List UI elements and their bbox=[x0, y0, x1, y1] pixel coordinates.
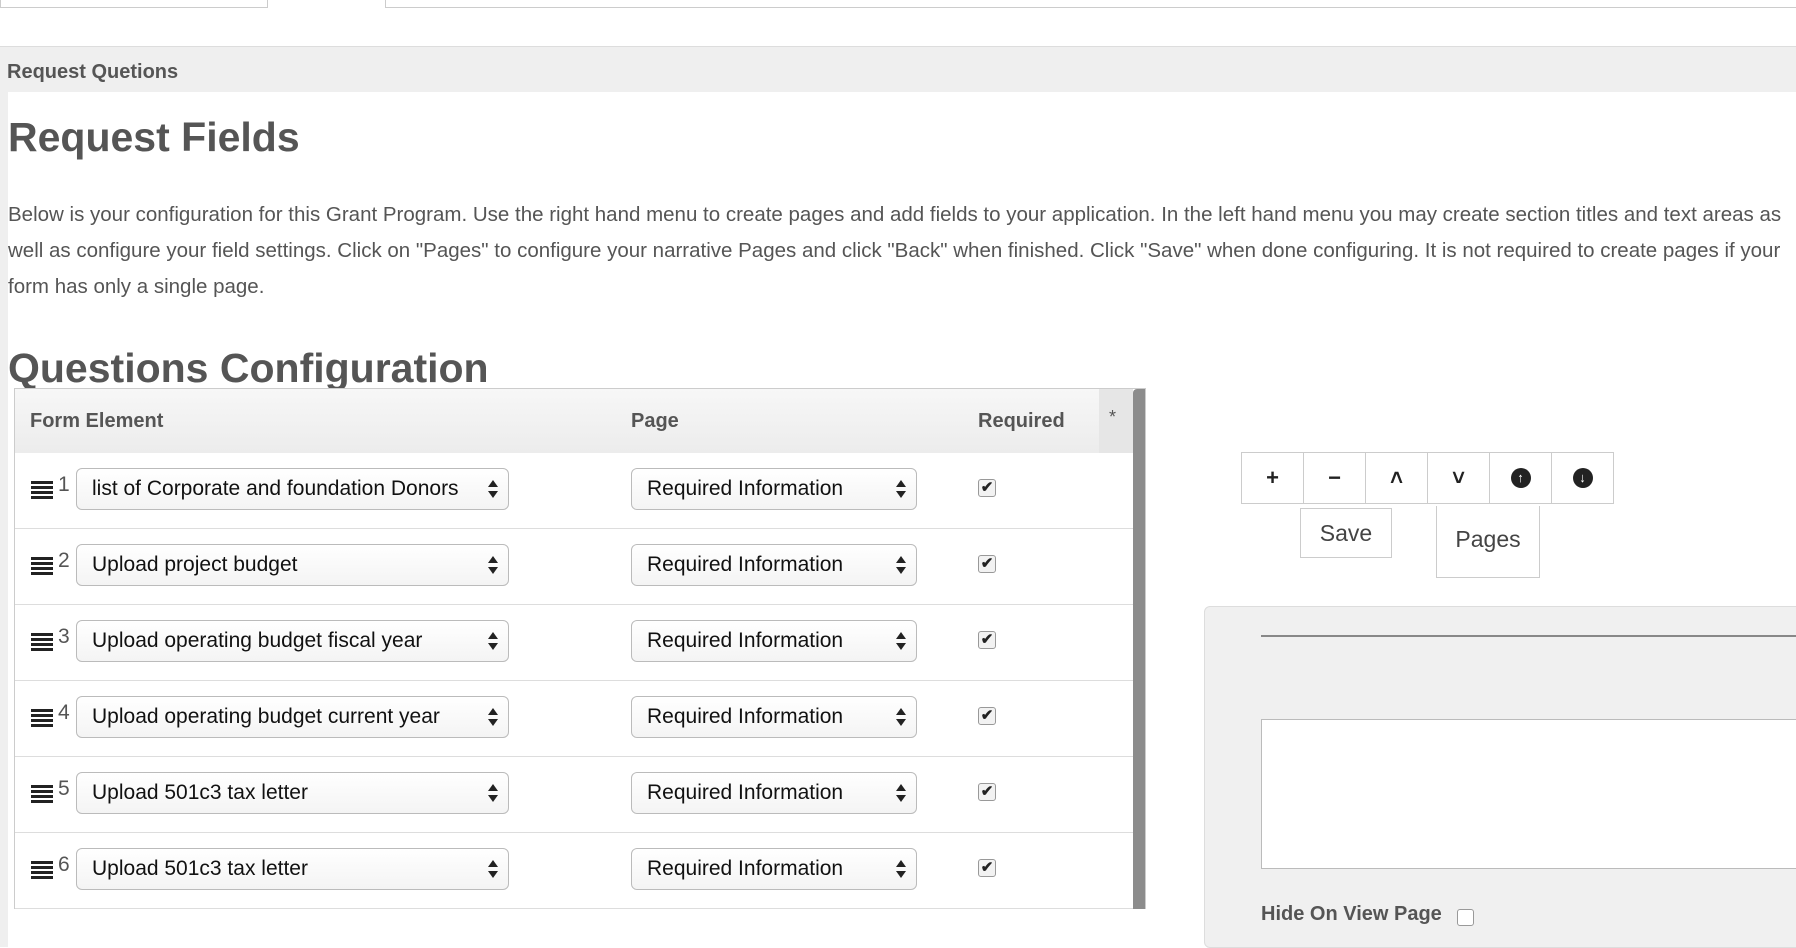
select-arrows-icon bbox=[896, 554, 906, 576]
select-arrows-icon bbox=[488, 630, 498, 652]
divider bbox=[1261, 635, 1796, 637]
page-select[interactable]: Required Information bbox=[631, 468, 917, 510]
form-element-value: list of Corporate and foundation Donors bbox=[92, 477, 459, 500]
header-required: Required bbox=[978, 410, 1065, 432]
save-button[interactable]: Save bbox=[1300, 508, 1392, 558]
required-checkbox[interactable]: ✔ bbox=[978, 479, 996, 497]
row-number: 2 bbox=[58, 549, 70, 572]
move-top-icon: ↑ bbox=[1510, 468, 1531, 488]
move-bottom-button[interactable]: ↓ bbox=[1551, 452, 1614, 504]
header-page: Page bbox=[631, 410, 679, 432]
table-row: 2 Upload project budget Required Informati… bbox=[15, 529, 1133, 605]
form-element-select[interactable]: list of Corporate and foundation Donors bbox=[76, 468, 509, 510]
select-arrows-icon bbox=[896, 782, 906, 804]
page-select[interactable]: Required Information bbox=[631, 848, 917, 890]
required-checkbox[interactable]: ✔ bbox=[978, 783, 996, 801]
move-top-button[interactable]: ↑ bbox=[1489, 452, 1552, 504]
description-text: Below is your configuration for this Gra… bbox=[8, 203, 1782, 298]
page-value: Required Information bbox=[647, 857, 844, 880]
form-element-value: Upload project budget bbox=[92, 553, 298, 576]
row-number: 1 bbox=[58, 473, 70, 496]
required-checkbox[interactable]: ✔ bbox=[978, 555, 996, 573]
form-element-value: Upload 501c3 tax letter bbox=[92, 781, 308, 804]
drag-handle-icon[interactable] bbox=[31, 557, 53, 577]
page-select[interactable]: Required Information bbox=[631, 544, 917, 586]
questions-table: Form Element Page Required * 1 list of Co… bbox=[14, 388, 1146, 909]
move-up-button[interactable]: ˄ bbox=[1365, 452, 1428, 504]
remove-button[interactable]: − bbox=[1303, 452, 1366, 504]
select-arrows-icon bbox=[896, 630, 906, 652]
select-arrows-icon bbox=[896, 706, 906, 728]
move-up-icon: ˄ bbox=[1390, 465, 1403, 490]
field-config-panel: Hide On View Page bbox=[1204, 606, 1796, 948]
tab-left[interactable] bbox=[0, 0, 268, 8]
field-toolbar: + − ˄ ˅ ↑ ↓ bbox=[1241, 452, 1614, 506]
required-checkbox[interactable]: ✔ bbox=[978, 631, 996, 649]
hide-on-view-checkbox[interactable] bbox=[1457, 909, 1474, 926]
table-row: 4 Upload operating budget current year Req… bbox=[15, 681, 1133, 757]
row-number: 3 bbox=[58, 625, 70, 648]
page-value: Required Information bbox=[647, 477, 844, 500]
hide-on-view-label: Hide On View Page bbox=[1261, 903, 1442, 925]
move-bottom-icon: ↓ bbox=[1572, 468, 1593, 488]
tab-right[interactable] bbox=[385, 0, 1796, 8]
page-value: Required Information bbox=[647, 629, 844, 652]
table-row: 6 Upload 501c3 tax letter Required Informa… bbox=[15, 833, 1133, 909]
top-tab-bar bbox=[0, 0, 1796, 10]
page-value: Required Information bbox=[647, 705, 844, 728]
remove-icon: − bbox=[1328, 465, 1341, 490]
page-value: Required Information bbox=[647, 553, 844, 576]
drag-handle-icon[interactable] bbox=[31, 785, 53, 805]
required-checkbox[interactable]: ✔ bbox=[978, 859, 996, 877]
table-row: 1 list of Corporate and foundation Donors… bbox=[15, 453, 1133, 529]
select-arrows-icon bbox=[896, 858, 906, 880]
table-scrollbar[interactable] bbox=[1133, 389, 1145, 909]
drag-handle-icon[interactable] bbox=[31, 633, 53, 653]
form-element-value: Upload operating budget current year bbox=[92, 705, 440, 728]
select-arrows-icon bbox=[488, 554, 498, 576]
select-arrows-icon bbox=[488, 782, 498, 804]
drag-handle-icon[interactable] bbox=[31, 861, 53, 881]
table-header: Form Element Page Required * bbox=[15, 389, 1133, 454]
header-star: * bbox=[1109, 407, 1117, 427]
section-title: Questions Configuration bbox=[8, 345, 489, 391]
drag-handle-icon[interactable] bbox=[31, 481, 53, 501]
page-value: Required Information bbox=[647, 781, 844, 804]
header-star-cell: * bbox=[1099, 389, 1133, 453]
move-down-icon: ˅ bbox=[1452, 465, 1465, 490]
add-button[interactable]: + bbox=[1241, 452, 1304, 504]
form-element-value: Upload 501c3 tax letter bbox=[92, 857, 308, 880]
form-element-select[interactable]: Upload operating budget current year bbox=[76, 696, 509, 738]
header-form-element: Form Element bbox=[30, 410, 164, 432]
row-number: 6 bbox=[58, 853, 70, 876]
pages-button[interactable]: Pages bbox=[1436, 506, 1540, 578]
form-element-select[interactable]: Upload 501c3 tax letter bbox=[76, 848, 509, 890]
select-arrows-icon bbox=[488, 706, 498, 728]
page-select[interactable]: Required Information bbox=[631, 696, 917, 738]
drag-handle-icon[interactable] bbox=[31, 709, 53, 729]
move-down-button[interactable]: ˅ bbox=[1427, 452, 1490, 504]
form-element-select[interactable]: Upload operating budget fiscal year bbox=[76, 620, 509, 662]
table-row: 5 Upload 501c3 tax letter Required Informa… bbox=[15, 757, 1133, 833]
row-number: 5 bbox=[58, 777, 70, 800]
form-element-select[interactable]: Upload project budget bbox=[76, 544, 509, 586]
table-row: 3 Upload operating budget fiscal year Requ… bbox=[15, 605, 1133, 681]
page-title: Request Fields bbox=[8, 114, 300, 160]
panel-heading: Request Quetions bbox=[7, 61, 179, 83]
select-arrows-icon bbox=[488, 478, 498, 500]
form-element-value: Upload operating budget fiscal year bbox=[92, 629, 423, 652]
field-text-area[interactable] bbox=[1261, 719, 1796, 869]
select-arrows-icon bbox=[896, 478, 906, 500]
form-element-select[interactable]: Upload 501c3 tax letter bbox=[76, 772, 509, 814]
select-arrows-icon bbox=[488, 858, 498, 880]
page-select[interactable]: Required Information bbox=[631, 772, 917, 814]
row-number: 4 bbox=[58, 701, 70, 724]
required-checkbox[interactable]: ✔ bbox=[978, 707, 996, 725]
add-icon: + bbox=[1266, 465, 1279, 490]
page-select[interactable]: Required Information bbox=[631, 620, 917, 662]
